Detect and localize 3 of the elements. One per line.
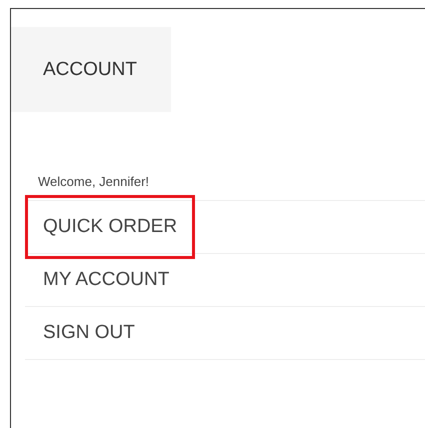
welcome-text: Welcome, Jennifer! (38, 174, 150, 191)
menu-link[interactable]: QUICK ORDER (25, 195, 196, 259)
account-tab[interactable]: ACCOUNT (11, 27, 171, 112)
